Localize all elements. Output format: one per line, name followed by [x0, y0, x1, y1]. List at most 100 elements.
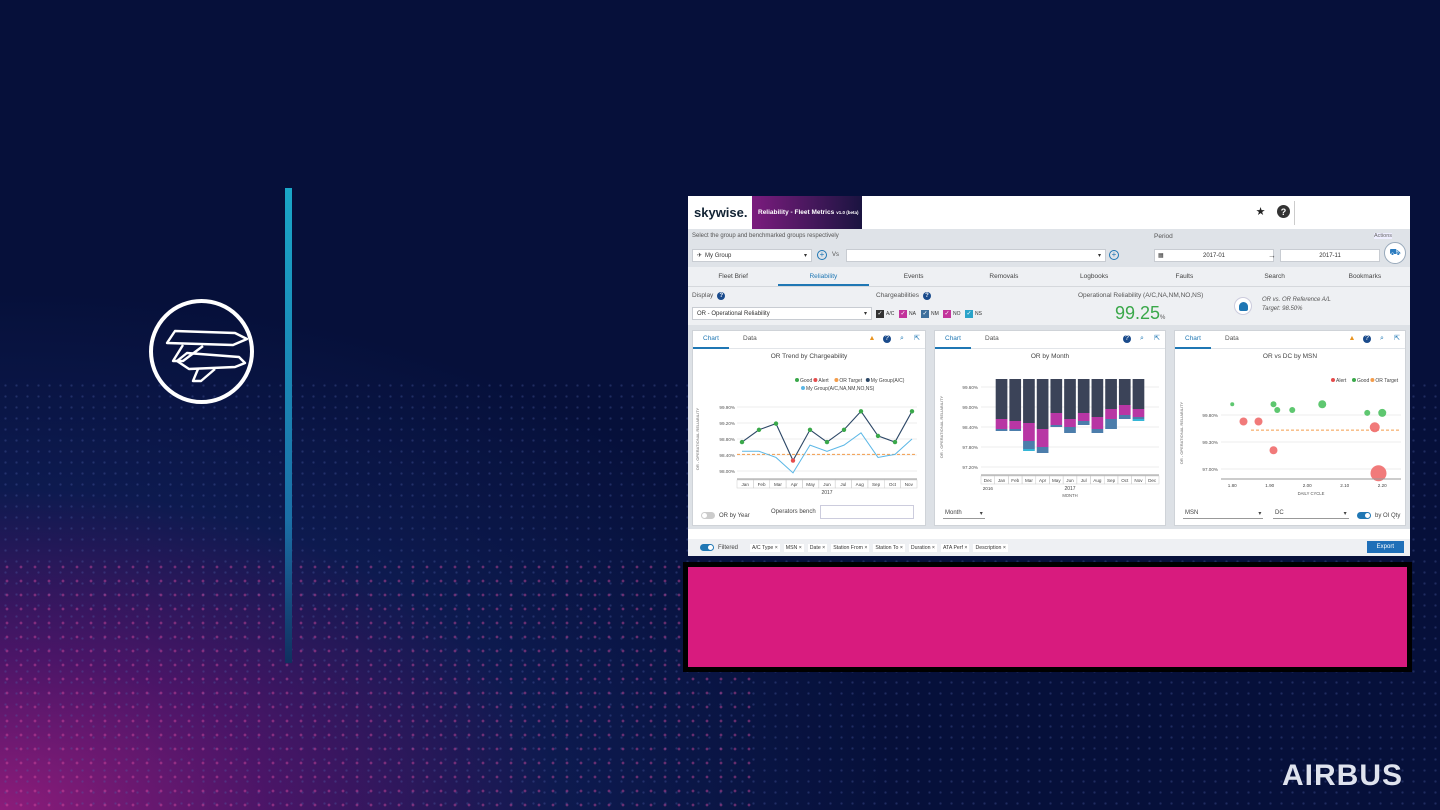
- checkbox-no[interactable]: ✓ NO: [943, 310, 961, 318]
- zoom-icon[interactable]: ⌕: [898, 335, 906, 343]
- checkbox-icon: ✓: [921, 310, 929, 318]
- tab-data[interactable]: Data: [733, 331, 767, 347]
- filter-chip[interactable]: Description ×: [973, 543, 1008, 552]
- bar-segment: [1036, 447, 1049, 453]
- filter-chip[interactable]: MSN ×: [783, 543, 804, 552]
- help-icon[interactable]: ?: [717, 292, 726, 300]
- tab-logbooks[interactable]: Logbooks: [1049, 267, 1139, 286]
- zoom-icon[interactable]: ⌕: [1138, 335, 1146, 343]
- msn-select[interactable]: MSN ▾: [1183, 509, 1264, 519]
- x-tick-label: 1.90: [1265, 483, 1274, 488]
- add-group-button[interactable]: +: [817, 250, 827, 260]
- bar-segment: [1036, 429, 1049, 447]
- tab-faults[interactable]: Faults: [1139, 267, 1229, 286]
- filter-bar: Select the group and benchmarked groups …: [688, 229, 1410, 267]
- filter-chip[interactable]: Station From ×: [831, 543, 870, 552]
- alert-bell-icon[interactable]: ▲: [868, 335, 876, 343]
- bell-icon[interactable]: [1234, 297, 1252, 315]
- toggle-switch[interactable]: [701, 512, 715, 519]
- x-tick-label: Nov: [905, 482, 914, 487]
- operators-bench-input[interactable]: [819, 505, 914, 519]
- tab-removals[interactable]: Removals: [959, 267, 1049, 286]
- app-title-text: Reliability - Fleet Metrics: [758, 209, 835, 216]
- x-tick-label: Oct: [1121, 478, 1129, 483]
- x-tick-label: Mar: [1025, 478, 1033, 483]
- help-icon[interactable]: ?: [923, 292, 931, 300]
- export-icon[interactable]: ⇱: [913, 335, 921, 343]
- alert-bell-icon[interactable]: ▲: [1348, 335, 1356, 343]
- panel-or-trend: Chart Data ▲? ⌕ ⇱ OR Trend by Chargeabilit…: [692, 330, 926, 526]
- tab-events[interactable]: Events: [869, 267, 959, 286]
- group-select[interactable]: ✈ My Group ▾: [692, 249, 812, 262]
- scatter-point: [1230, 402, 1235, 407]
- display-select[interactable]: OR - Operational Reliability ▾: [692, 307, 872, 320]
- divider: [1294, 201, 1295, 225]
- dc-select-value: DC: [1275, 510, 1284, 516]
- data-point: [790, 458, 796, 463]
- help-icon[interactable]: ?: [1123, 335, 1131, 343]
- x-tick-label: Jul: [840, 482, 846, 487]
- data-point: [739, 439, 745, 445]
- tab-chart[interactable]: Chart: [935, 331, 971, 349]
- filter-chip[interactable]: Station To ×: [873, 543, 905, 552]
- bar-segment: [995, 379, 1008, 419]
- y-tick-label: 98.00%: [719, 469, 735, 474]
- filter-chip[interactable]: Duration ×: [908, 543, 937, 552]
- export-button[interactable]: Export: [1366, 541, 1404, 553]
- x-tick-label: Aug: [856, 482, 865, 487]
- bar-segment: [1009, 421, 1022, 429]
- chip-label: Station From: [833, 544, 863, 551]
- or-trend-chart: Good Alert OR Target My Group(A/C) My Group(…: [695, 378, 918, 496]
- filter-chip[interactable]: ATA Perf ×: [940, 543, 970, 552]
- checkbox-nm[interactable]: ✓ NM: [921, 310, 939, 318]
- x-year-label: 2017: [821, 490, 832, 496]
- bar-segment: [1132, 409, 1145, 417]
- tab-chart[interactable]: Chart: [693, 331, 729, 349]
- or-summary-label: Operational Reliability (A/C,NA,NM,NO,NS…: [1078, 292, 1204, 299]
- x-tick-label: May: [806, 482, 815, 487]
- filter-chip[interactable]: Date ×: [807, 543, 828, 552]
- period-to-field[interactable]: 2017-11: [1280, 249, 1380, 262]
- calendar-icon: ▦: [1158, 253, 1164, 259]
- oi-qty-toggle[interactable]: by OI Qty: [1357, 512, 1400, 519]
- checkbox-na[interactable]: ✓ NA: [899, 310, 916, 318]
- export-icon[interactable]: ⇱: [1393, 335, 1401, 343]
- background-pink-pattern: [0, 560, 760, 810]
- tab-chart[interactable]: Chart: [1175, 331, 1211, 349]
- data-point: [892, 439, 898, 445]
- actions-button[interactable]: Actions: [1374, 233, 1393, 239]
- tab-data[interactable]: Data: [1215, 331, 1249, 347]
- bar-segment: [1023, 423, 1035, 441]
- benchmark-select[interactable]: ▾: [846, 249, 1106, 262]
- fleet-icon[interactable]: ⛟: [1384, 242, 1406, 264]
- bar-segment: [1132, 379, 1145, 409]
- y-tick-label: 97.00%: [1202, 467, 1218, 472]
- help-icon[interactable]: ?: [883, 335, 891, 343]
- filtered-toggle[interactable]: [700, 544, 714, 551]
- export-icon[interactable]: ⇱: [1153, 335, 1161, 343]
- legend-label: My Group(A/C,NA,NM,NO,NS): [806, 386, 875, 392]
- help-icon[interactable]: ?: [1363, 335, 1371, 343]
- tab-fleet-brief[interactable]: Fleet Brief: [688, 267, 778, 286]
- zoom-icon[interactable]: ⌕: [1378, 335, 1386, 343]
- chip-label: Station To: [875, 544, 899, 551]
- help-icon[interactable]: ?: [1277, 205, 1290, 218]
- or-by-year-toggle[interactable]: OR by Year: [701, 512, 750, 519]
- month-select[interactable]: Month ▾: [943, 509, 985, 519]
- x-tick-label: Apr: [791, 482, 799, 487]
- data-point: [858, 409, 864, 414]
- filter-chip[interactable]: A/C Type ×: [750, 543, 780, 552]
- tab-data[interactable]: Data: [975, 331, 1009, 347]
- dc-select[interactable]: DC ▾: [1273, 509, 1349, 519]
- checkbox-ac[interactable]: ✓ A/C: [876, 310, 894, 318]
- toggle-switch[interactable]: [1357, 512, 1371, 519]
- tab-bookmarks[interactable]: Bookmarks: [1320, 267, 1410, 286]
- tab-search[interactable]: Search: [1230, 267, 1320, 286]
- skywise-logo: skywise.: [694, 205, 748, 220]
- add-benchmark-button[interactable]: +: [1109, 250, 1119, 260]
- star-icon[interactable]: ★: [1254, 205, 1267, 218]
- period-from-field[interactable]: ▦ 2017-01: [1154, 249, 1274, 262]
- tab-reliability[interactable]: Reliability: [778, 267, 869, 286]
- checkbox-ns[interactable]: ✓ NS: [965, 310, 982, 318]
- legend-label: OR Target: [839, 378, 862, 384]
